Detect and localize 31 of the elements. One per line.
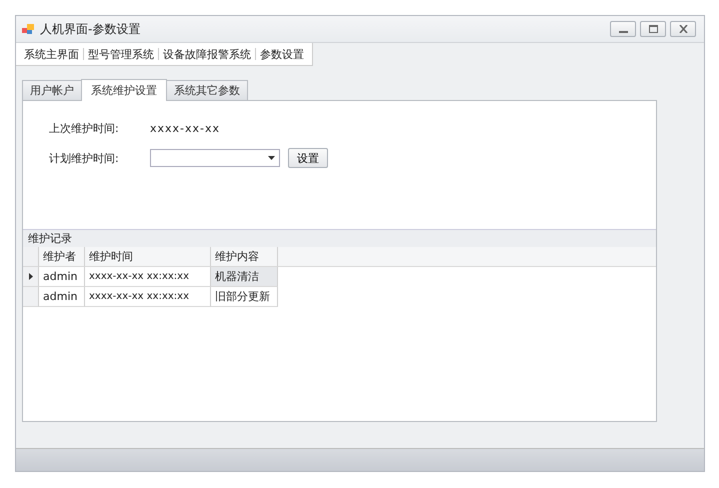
table-cell: admin <box>39 287 85 307</box>
maximize-button[interactable] <box>640 21 666 37</box>
close-icon <box>678 25 688 33</box>
menu-item[interactable]: 参数设置 <box>256 46 308 62</box>
field-label: 计划维护时间: <box>49 150 120 166</box>
app-icon <box>22 24 34 34</box>
menu-item[interactable]: 系统主界面 <box>20 46 83 62</box>
set-button[interactable]: 设置 <box>288 148 328 168</box>
column-header[interactable]: 维护者 <box>39 247 85 267</box>
tab[interactable]: 用户帐户 <box>22 80 82 100</box>
table-cell: 机器清洁 <box>211 267 278 287</box>
column-header[interactable]: 维护时间 <box>85 247 211 267</box>
header-corner <box>23 247 39 267</box>
table-cell: xxxx-xx-xx xx:xx:xx <box>85 287 211 307</box>
current-row-icon <box>28 273 32 280</box>
menu-item[interactable]: 设备故障报警系统 <box>159 46 255 62</box>
maximize-icon <box>648 25 658 33</box>
minimize-button[interactable] <box>610 21 636 37</box>
table-cell: 旧部分更新 <box>211 287 278 307</box>
column-header[interactable]: 维护内容 <box>211 247 278 267</box>
row-header[interactable] <box>23 267 39 287</box>
tab[interactable]: 系统其它参数 <box>166 80 248 100</box>
tab[interactable]: 系统维护设置 <box>81 79 167 101</box>
window-title: 人机界面-参数设置 <box>40 20 140 38</box>
last-maintenance-date: xxxx-xx-xx <box>150 122 220 134</box>
close-button[interactable] <box>670 21 696 37</box>
field-label: 上次维护时间: <box>49 120 120 136</box>
table-cell: admin <box>39 267 85 287</box>
grid-caption: 维护记录 <box>23 230 656 247</box>
dropdown-arrow-icon <box>268 156 275 160</box>
menu-item[interactable]: 型号管理系统 <box>84 46 158 62</box>
